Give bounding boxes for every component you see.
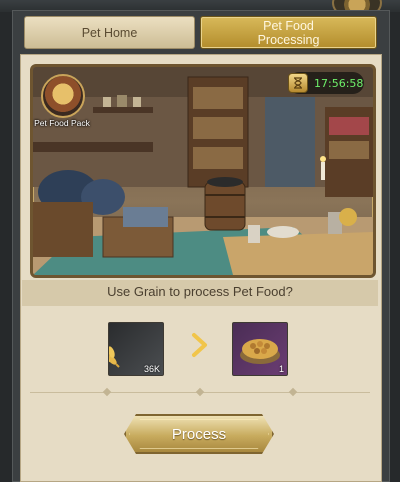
chevron-right-icon bbox=[191, 332, 209, 358]
tab-label: Pet Home bbox=[81, 25, 138, 40]
tab-pet-home[interactable]: Pet Home bbox=[24, 16, 195, 49]
hourglass-icon bbox=[288, 73, 308, 93]
pet-food-count: 1 bbox=[278, 364, 284, 374]
process-button-label: Process bbox=[171, 425, 227, 443]
treasure-chest-icon[interactable] bbox=[41, 74, 85, 118]
process-button[interactable]: Process bbox=[124, 414, 274, 454]
grain-item-slot[interactable]: 36K bbox=[90, 322, 164, 376]
timer-text: 17:56:58 bbox=[314, 76, 364, 90]
grain-count: 36K bbox=[143, 364, 160, 374]
process-prompt: Use Grain to process Pet Food? bbox=[107, 284, 293, 299]
tab-label: Pet Food Processing bbox=[257, 18, 320, 47]
pet-food-item-slot[interactable]: 1 bbox=[232, 322, 288, 376]
tab-pet-food-processing[interactable]: Pet Food Processing bbox=[200, 16, 377, 49]
timer-badge: 17:56:58 bbox=[288, 72, 364, 94]
pet-food-pack-label: Pet Food Pack bbox=[34, 118, 90, 128]
